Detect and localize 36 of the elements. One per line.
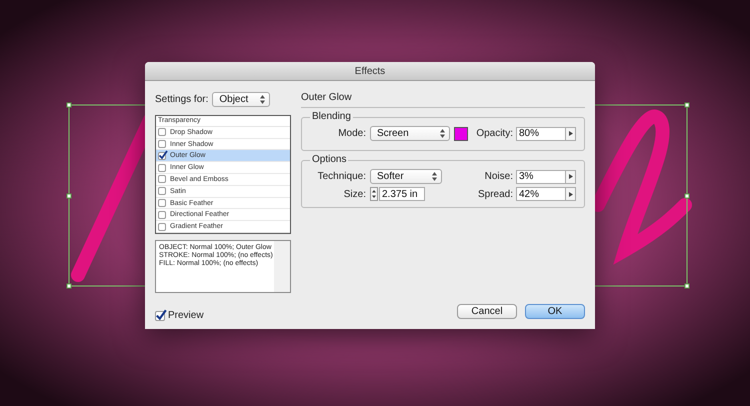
spinner-icon[interactable] [370, 187, 378, 201]
checkbox[interactable] [158, 210, 166, 219]
size-field[interactable]: 2.375 in [379, 187, 425, 201]
opacity-field[interactable]: 80% [516, 126, 566, 140]
checkbox[interactable] [158, 187, 166, 196]
checkbox[interactable] [158, 199, 166, 208]
panel-title: Outer Glow [301, 89, 585, 108]
settings-for-dropdown[interactable]: Object [212, 92, 270, 107]
mode-label: Mode: [338, 128, 366, 139]
checkbox[interactable] [158, 222, 166, 231]
color-swatch[interactable] [454, 126, 468, 140]
caret-icon [432, 172, 437, 181]
checkbox[interactable] [158, 175, 166, 184]
caret-icon [260, 95, 266, 104]
checkbox[interactable] [155, 310, 165, 320]
technique-label: Technique: [318, 171, 366, 182]
technique-dropdown[interactable]: Softer [370, 169, 442, 184]
checkbox[interactable] [158, 152, 166, 160]
noise-label: Noise: [484, 171, 513, 182]
preview-label: Preview [168, 310, 204, 321]
size-label: Size: [344, 188, 366, 200]
spread-label: Spread: [478, 188, 513, 200]
cancel-button[interactable]: Cancel [457, 304, 517, 319]
window-title: Effects [145, 62, 595, 81]
checkbox[interactable] [158, 164, 166, 172]
settings-for-label: Settings for: [155, 94, 208, 105]
spread-field[interactable]: 42% [516, 187, 566, 201]
group-title: Options [310, 154, 348, 165]
mode-dropdown[interactable]: Screen [370, 126, 450, 141]
caret-icon [440, 129, 445, 138]
checkbox[interactable] [158, 128, 166, 136]
opacity-label: Opacity: [476, 128, 513, 139]
ok-button[interactable]: OK [525, 304, 585, 319]
noise-field[interactable]: 3% [516, 170, 566, 184]
checkbox[interactable] [158, 140, 166, 148]
group-title: Blending [310, 111, 353, 122]
